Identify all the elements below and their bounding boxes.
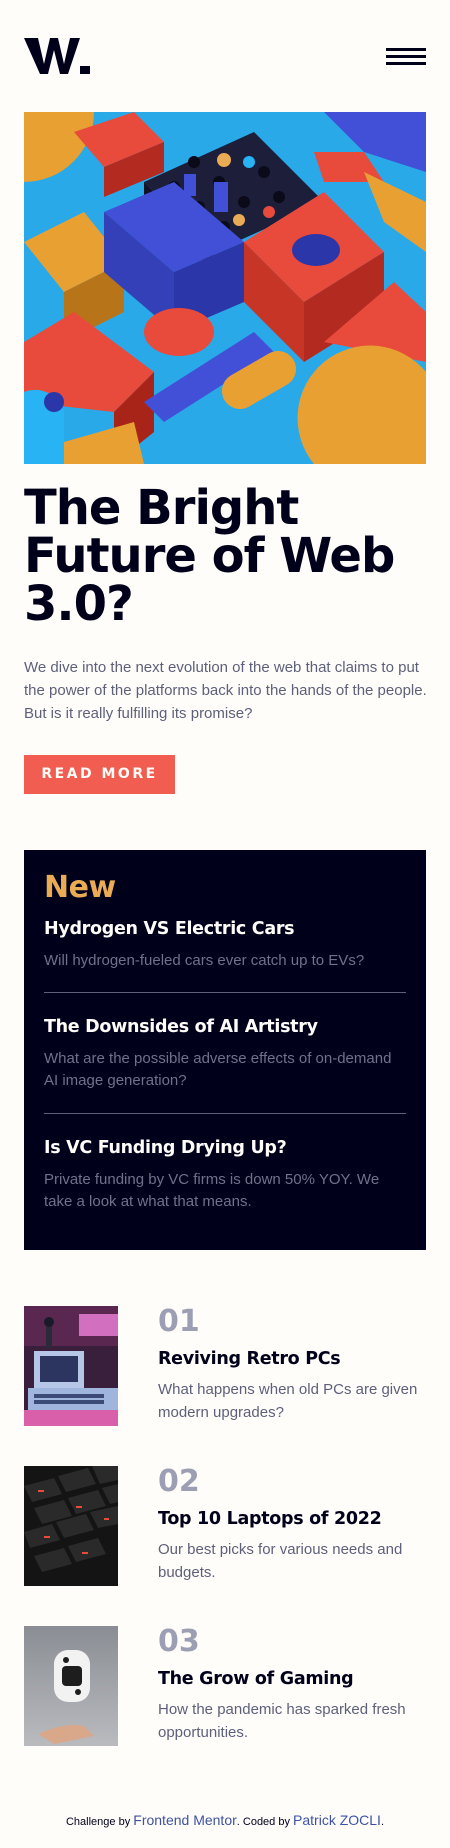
numbered-article[interactable]: 01 Reviving Retro PCs What happens when … (24, 1306, 426, 1426)
numbered-article-text: 01 Reviving Retro PCs What happens when … (158, 1306, 428, 1424)
new-item[interactable]: Is VC Funding Drying Up? Private funding… (44, 1137, 406, 1213)
article-title[interactable]: Top 10 Laptops of 2022 (158, 1508, 428, 1530)
attribution-footer: Challenge by Frontend Mentor. Coded by P… (0, 1812, 450, 1828)
article-title[interactable]: Reviving Retro PCs (158, 1348, 428, 1370)
numbered-article-text: 02 Top 10 Laptops of 2022 Our best picks… (158, 1466, 428, 1584)
article-text: What happens when old PCs are given mode… (158, 1381, 418, 1421)
logo[interactable] (24, 34, 90, 78)
hero-description: We dive into the next evolution of the w… (24, 659, 427, 722)
new-item-title[interactable]: The Downsides of AI Artistry (44, 1016, 406, 1038)
article-title[interactable]: The Grow of Gaming (158, 1668, 428, 1690)
read-more-button[interactable]: READ MORE (24, 755, 175, 794)
new-item-title[interactable]: Is VC Funding Drying Up? (44, 1137, 406, 1159)
new-item-text: Will hydrogen-fueled cars ever catch up … (44, 952, 365, 969)
frontend-mentor-link[interactable]: Frontend Mentor (133, 1812, 237, 1828)
new-item[interactable]: Hydrogen VS Electric Cars Will hydrogen-… (44, 918, 406, 972)
new-item[interactable]: The Downsides of AI Artistry What are th… (44, 1016, 406, 1092)
author-link[interactable]: Patrick ZOCLI (293, 1812, 381, 1828)
laptop-keyboard-thumbnail[interactable] (24, 1466, 118, 1586)
retro-pc-thumbnail[interactable] (24, 1306, 118, 1426)
numbered-article-text: 03 The Grow of Gaming How the pandemic h… (158, 1626, 428, 1744)
article-number: 03 (158, 1624, 200, 1659)
new-articles-panel: New Hydrogen VS Electric Cars Will hydro… (24, 850, 426, 1250)
footer-prefix: Challenge by (65, 1816, 131, 1828)
gaming-controller-thumbnail[interactable] (24, 1626, 118, 1746)
new-item-text: Private funding by VC firms is down 50% … (44, 1171, 380, 1210)
article-number: 02 (158, 1464, 200, 1499)
footer-middle: . Coded by (236, 1816, 290, 1828)
new-heading: New (44, 870, 116, 905)
hamburger-menu-icon[interactable] (386, 48, 426, 66)
article-text: Our best picks for various needs and bud… (158, 1541, 403, 1581)
new-item-title[interactable]: Hydrogen VS Electric Cars (44, 918, 406, 940)
new-item-text: What are the possible adverse effects of… (44, 1050, 392, 1089)
article-number: 01 (158, 1304, 200, 1339)
divider (44, 1113, 406, 1114)
divider (44, 992, 406, 993)
numbered-article[interactable]: 02 Top 10 Laptops of 2022 Our best picks… (24, 1466, 426, 1586)
site-header (24, 34, 426, 78)
numbered-article[interactable]: 03 The Grow of Gaming How the pandemic h… (24, 1626, 426, 1746)
hero-title: The Bright Future of Web 3.0? (24, 480, 395, 632)
article-text: How the pandemic has sparked fresh oppor… (158, 1701, 406, 1741)
hero-image (24, 112, 426, 464)
footer-suffix: . (380, 1816, 384, 1828)
